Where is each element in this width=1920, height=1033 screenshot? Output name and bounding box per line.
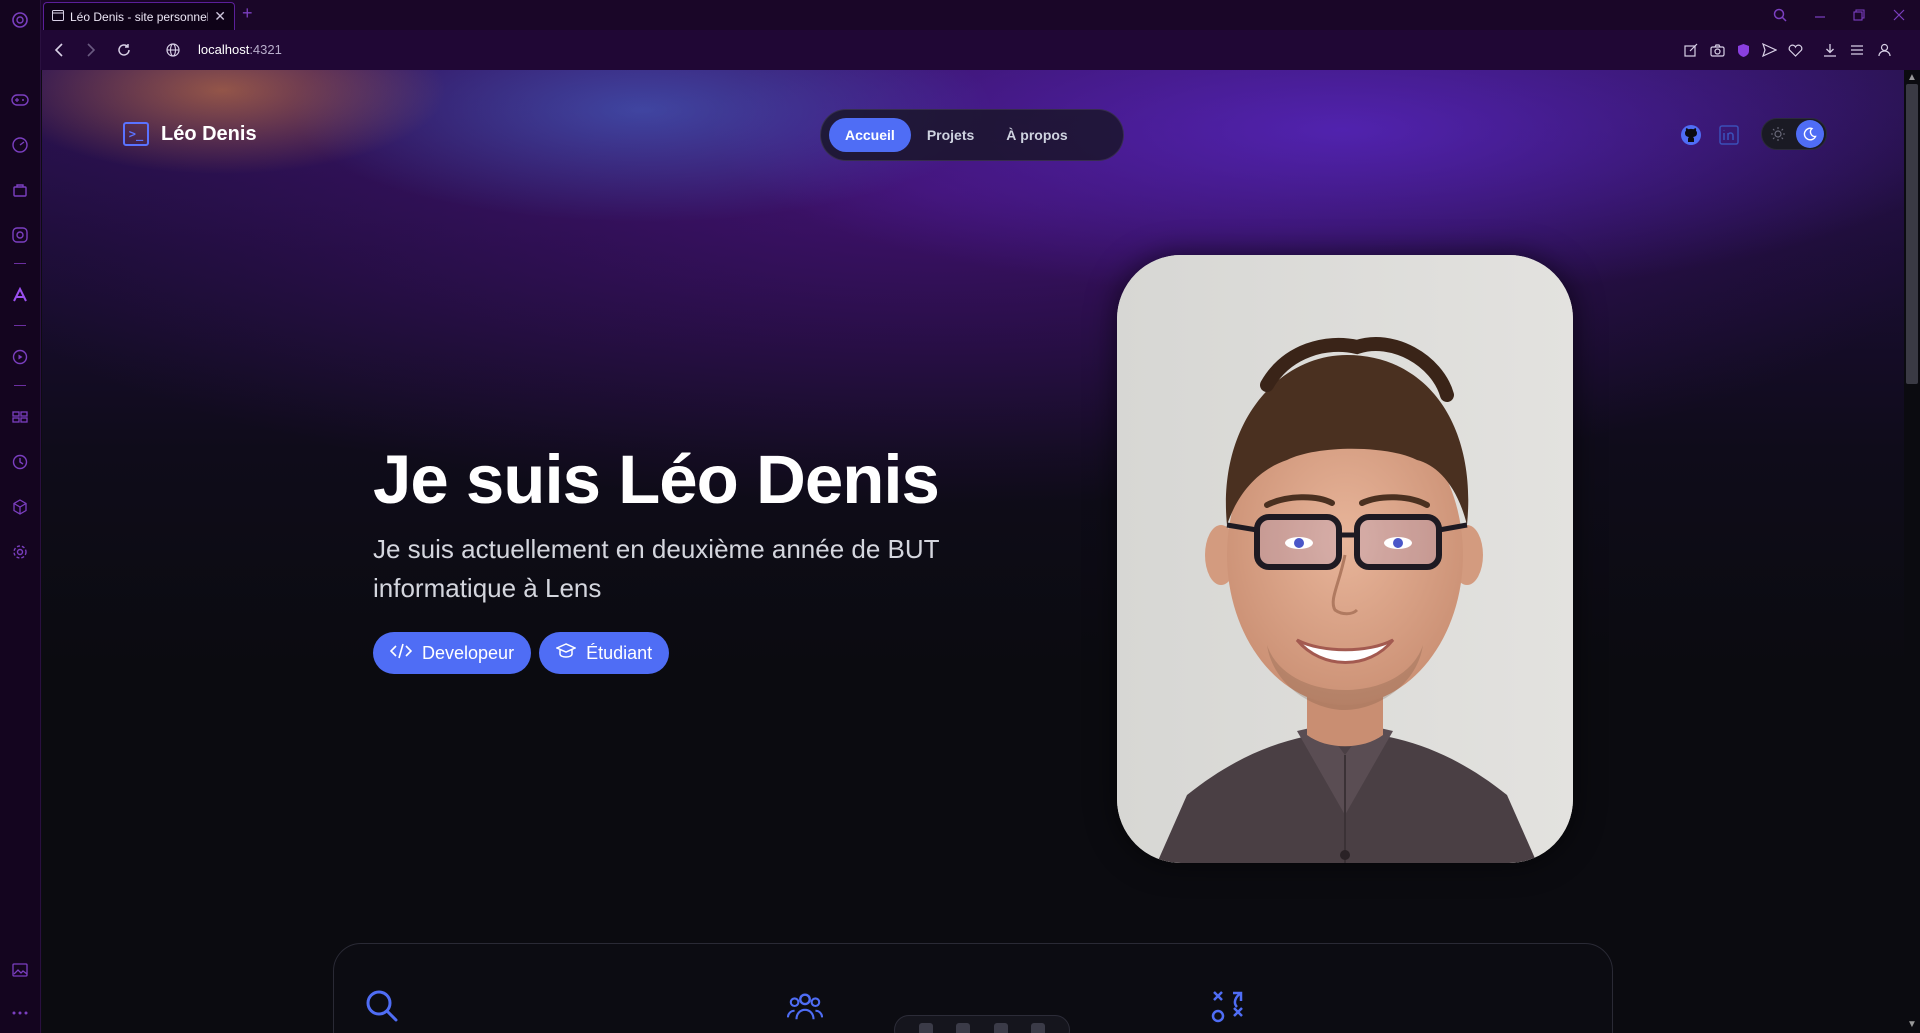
floating-toolbar — [894, 1015, 1070, 1033]
team-icon — [787, 988, 823, 1024]
close-window-icon[interactable] — [1890, 6, 1908, 24]
url-host: localhost — [198, 42, 250, 57]
brand-name: Léo Denis — [161, 122, 257, 145]
sidebar-divider — [14, 263, 26, 264]
vpn-shield-icon[interactable] — [1734, 41, 1752, 59]
speedometer-icon[interactable] — [10, 135, 30, 155]
address-bar: localhost:4321 — [41, 30, 1920, 70]
sun-icon[interactable] — [1770, 126, 1786, 142]
strategy-icon — [1210, 988, 1246, 1024]
toolbar-button[interactable] — [1031, 1023, 1046, 1033]
gallery-icon[interactable] — [10, 960, 30, 980]
send-icon[interactable] — [1760, 41, 1778, 59]
more-icon[interactable] — [10, 1003, 30, 1023]
camera-icon[interactable] — [1708, 41, 1726, 59]
terminal-icon: >_ — [123, 122, 149, 146]
github-icon[interactable] — [1680, 124, 1702, 146]
badge-etudiant: Étudiant — [539, 632, 670, 674]
restore-icon[interactable] — [1850, 6, 1868, 24]
site-info-globe-icon[interactable] — [164, 41, 182, 59]
page-scrollbar[interactable]: ▲ ▼ — [1904, 70, 1920, 1033]
nav-item-accueil[interactable]: Accueil — [829, 118, 911, 152]
page-viewport: >_ Léo Denis Accueil Projets À propos Je… — [42, 70, 1904, 1033]
browser-sidebar — [0, 0, 41, 1033]
site-brand[interactable]: >_ Léo Denis — [123, 122, 257, 146]
search-tabs-icon[interactable] — [1771, 6, 1789, 24]
back-icon[interactable] — [50, 41, 68, 59]
tab-title: Léo Denis - site personnel — [70, 9, 209, 24]
scroll-down-icon[interactable]: ▼ — [1907, 1020, 1917, 1030]
role-badges: Developeur Étudiant — [373, 632, 670, 674]
nav-item-a-propos[interactable]: À propos — [990, 118, 1083, 152]
tab-strip: Léo Denis - site personnel ✕ + — [41, 0, 1920, 30]
toolbar-button[interactable] — [993, 1023, 1008, 1033]
scrollbar-thumb[interactable] — [1906, 84, 1918, 384]
scroll-up-icon[interactable]: ▲ — [1907, 73, 1917, 83]
linkedin-icon[interactable] — [1718, 124, 1740, 146]
bag-icon[interactable] — [10, 180, 30, 200]
badge-label: Developeur — [422, 642, 515, 663]
reload-icon[interactable] — [115, 41, 133, 59]
aria-icon[interactable] — [10, 285, 30, 305]
cube-icon[interactable] — [10, 497, 30, 517]
portrait-photo — [1117, 255, 1573, 863]
edit-page-icon[interactable] — [1682, 41, 1700, 59]
profile-icon[interactable] — [1875, 41, 1893, 59]
new-tab-button[interactable]: + — [242, 3, 253, 24]
forward-icon[interactable] — [82, 41, 100, 59]
main-nav: Accueil Projets À propos — [820, 109, 1124, 161]
browser-logo-icon[interactable] — [10, 10, 30, 30]
nav-item-projets[interactable]: Projets — [911, 118, 990, 152]
sidebar-divider — [14, 325, 26, 326]
toolbar-button[interactable] — [956, 1023, 971, 1033]
settings-gear-icon[interactable] — [10, 542, 30, 562]
url-field[interactable]: localhost:4321 — [198, 42, 282, 57]
toolbar-button[interactable] — [918, 1023, 933, 1033]
hero-subtitle: Je suis actuellement en deuxième année d… — [373, 534, 940, 603]
player-icon[interactable] — [10, 347, 30, 367]
close-tab-icon[interactable]: ✕ — [214, 8, 226, 25]
hero-title: Je suis Léo Denis — [373, 441, 940, 518]
gamepad-icon[interactable] — [10, 90, 30, 110]
url-port: :4321 — [249, 42, 282, 57]
sidebar-divider — [14, 385, 26, 386]
badge-label: Étudiant — [586, 642, 653, 663]
heart-icon[interactable] — [1786, 41, 1804, 59]
code-icon — [389, 643, 413, 664]
graduation-cap-icon — [555, 642, 577, 665]
menu-icon[interactable] — [1848, 41, 1866, 59]
page-favicon-icon — [52, 8, 64, 26]
search-icon — [364, 988, 400, 1024]
minimize-icon[interactable] — [1811, 6, 1829, 24]
theme-toggle[interactable] — [1761, 118, 1827, 150]
moon-icon[interactable] — [1796, 120, 1824, 148]
badge-developeur: Developeur — [373, 632, 532, 674]
browser-tab[interactable]: Léo Denis - site personnel ✕ — [43, 2, 235, 30]
instagram-icon[interactable] — [10, 225, 30, 245]
download-icon[interactable] — [1821, 41, 1839, 59]
history-icon[interactable] — [10, 452, 30, 472]
grid-icon[interactable] — [10, 407, 30, 427]
